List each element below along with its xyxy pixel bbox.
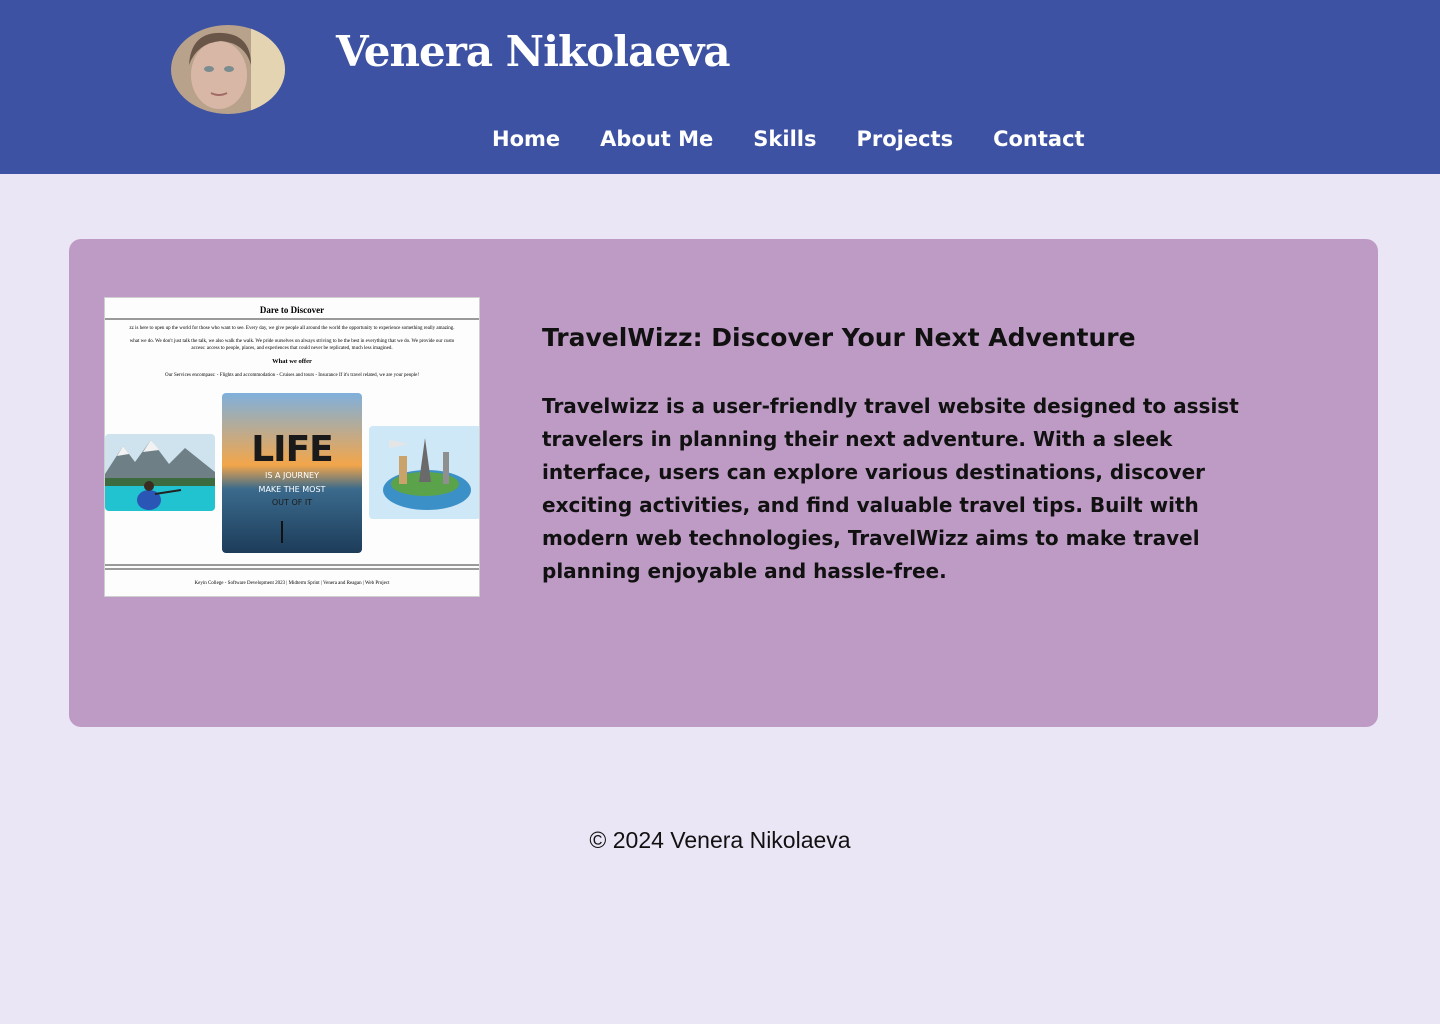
poster-line: OUT OF IT (271, 498, 313, 507)
screenshot-intro-line: access: access to people, places, and ex… (191, 346, 393, 351)
avatar (171, 25, 285, 114)
project-screenshot: Dare to Discover zz is here to open up t… (104, 297, 480, 597)
project-description: Travelwizz is a user-friendly travel web… (542, 394, 1239, 583)
screenshot-offer-heading: What we offer (272, 358, 312, 365)
screenshot-divider (105, 564, 479, 566)
main-nav: Home About Me Skills Projects Contact (472, 120, 1105, 158)
nav-link-skills[interactable]: Skills (733, 123, 836, 155)
poster-line: IS A JOURNEY (265, 471, 319, 480)
project-title: TravelWizz: Discover Your Next Adventure (542, 323, 1136, 352)
screenshot-heading: Dare to Discover (259, 305, 325, 315)
nav-link-about-me[interactable]: About Me (580, 123, 733, 155)
screenshot-offer-text: Our Services encompass: - Flights and ac… (164, 373, 420, 378)
screenshot-intro-line: what we do. We don't just talk the talk,… (129, 339, 455, 344)
screenshot-divider (105, 318, 479, 320)
nav-link-contact[interactable]: Contact (973, 123, 1105, 155)
nav-link-projects[interactable]: Projects (836, 123, 973, 155)
project-card: Dare to Discover zz is here to open up t… (69, 239, 1378, 727)
life-journey-poster: LIFE IS A JOURNEY MAKE THE MOST OUT OF I… (222, 393, 362, 553)
screenshot-intro-line: zz is here to open up the world for thos… (129, 326, 455, 331)
screenshot-divider (105, 568, 479, 570)
lake-kayak-image (105, 434, 215, 511)
site-header: Venera Nikolaeva Home About Me Skills Pr… (0, 0, 1440, 174)
screenshot-footer: Keyin College - Software Development 202… (194, 581, 390, 586)
poster-title: LIFE (251, 429, 334, 470)
site-title: Venera Nikolaeva (336, 27, 731, 76)
nav-link-home[interactable]: Home (472, 123, 580, 155)
world-landmarks-image (369, 426, 479, 519)
copyright: © 2024 Venera Nikolaeva (589, 827, 851, 853)
poster-line: MAKE THE MOST (258, 485, 326, 494)
